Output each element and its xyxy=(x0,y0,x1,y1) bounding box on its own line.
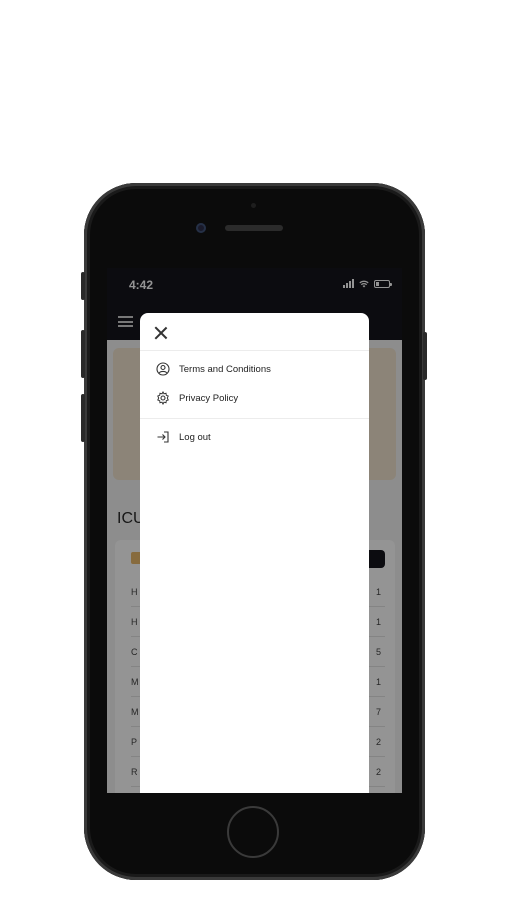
power-button xyxy=(423,332,427,380)
volume-down-button xyxy=(81,394,85,442)
app-screen: 4:42 ICU H1 H1 C5 M1 M7 P2 R2 Terms and … xyxy=(107,268,402,793)
proximity-sensor xyxy=(251,203,256,208)
gear-icon xyxy=(157,391,169,405)
divider xyxy=(140,350,369,351)
logout-icon xyxy=(157,431,169,443)
front-camera-icon xyxy=(196,223,206,233)
account-circle-icon xyxy=(156,362,170,376)
menu-item-terms[interactable]: Terms and Conditions xyxy=(156,358,271,380)
menu-item-label: Log out xyxy=(179,431,211,443)
home-button[interactable] xyxy=(227,806,279,858)
menu-item-logout[interactable]: Log out xyxy=(156,426,211,448)
menu-item-label: Terms and Conditions xyxy=(179,363,271,375)
divider xyxy=(140,418,369,419)
mute-switch xyxy=(81,272,85,300)
volume-up-button xyxy=(81,330,85,378)
menu-item-label: Privacy Policy xyxy=(179,392,239,404)
menu-item-privacy[interactable]: Privacy Policy xyxy=(156,387,238,409)
close-icon[interactable] xyxy=(152,324,170,342)
side-menu-drawer: Terms and Conditions Privacy Policy Log … xyxy=(140,313,369,793)
earpiece xyxy=(225,225,283,231)
